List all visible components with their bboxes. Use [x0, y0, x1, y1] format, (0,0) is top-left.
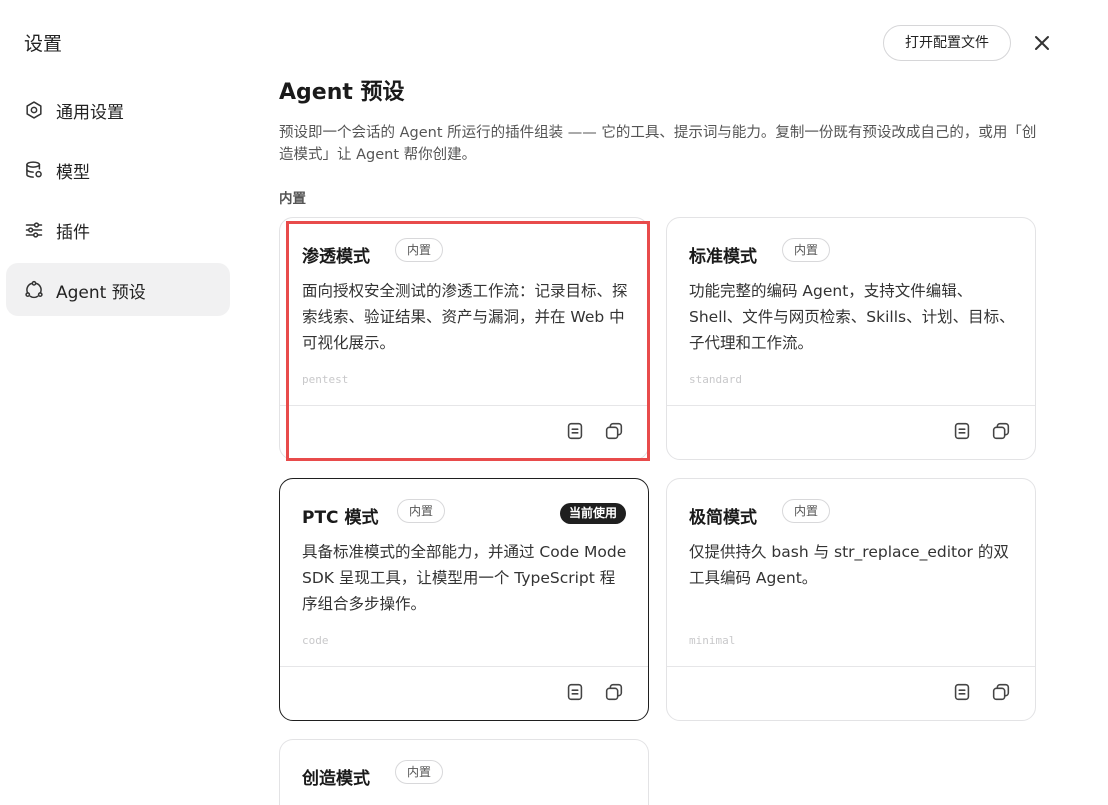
- preset-card-standard[interactable]: 标准模式 内置 功能完整的编码 Agent，支持文件编辑、Shell、文件与网页…: [666, 217, 1036, 460]
- sidebar-item-general[interactable]: 通用设置: [6, 83, 230, 136]
- gear-icon: [26, 101, 42, 119]
- sidebar-item-agent-presets[interactable]: Agent 预设: [6, 263, 230, 316]
- section-label-builtin: 内置: [279, 191, 306, 207]
- settings-title: 设置: [24, 33, 63, 55]
- view-file-icon[interactable]: [951, 420, 973, 442]
- view-file-icon[interactable]: [951, 681, 973, 703]
- card-divider: [667, 405, 1035, 406]
- preset-id: minimal: [689, 634, 736, 647]
- current-use-badge: 当前使用: [559, 503, 626, 524]
- preset-id: pentest: [302, 373, 349, 386]
- page-title: Agent 预设: [279, 80, 405, 105]
- card-divider: [280, 405, 648, 406]
- preset-title: 极简模式: [689, 508, 757, 528]
- builtin-badge: 内置: [782, 238, 831, 262]
- preset-title: 渗透模式: [302, 247, 370, 267]
- builtin-badge: 内置: [395, 760, 444, 784]
- copy-icon[interactable]: [603, 420, 625, 442]
- copy-icon[interactable]: [990, 420, 1012, 442]
- builtin-badge: 内置: [395, 238, 444, 262]
- preset-description: 仅提供持久 bash 与 str_replace_editor 的双工具编码 A…: [689, 543, 1009, 587]
- close-icon[interactable]: [1030, 31, 1054, 55]
- preset-title: 标准模式: [689, 247, 757, 267]
- preset-card-pentest[interactable]: 渗透模式 内置 面向授权安全测试的渗透工作流：记录目标、探索线索、验证结果、资产…: [279, 217, 649, 460]
- preset-title: 创造模式: [302, 769, 370, 789]
- view-file-icon[interactable]: [564, 420, 586, 442]
- agent-icon: [25, 280, 43, 299]
- sidebar-item-label: 插件: [56, 223, 90, 243]
- sidebar: 设置 通用设置 模型 插件 Agent 预设: [0, 0, 240, 805]
- preset-description: 具备标准模式的全部能力，并通过 Code Mode SDK 呈现工具，让模型用一…: [302, 543, 627, 613]
- card-divider: [667, 666, 1035, 667]
- sidebar-item-plugins[interactable]: 插件: [6, 203, 230, 256]
- sidebar-item-label: Agent 预设: [56, 283, 146, 303]
- preset-id: code: [302, 634, 329, 647]
- preset-card-minimal[interactable]: 极简模式 内置 仅提供持久 bash 与 str_replace_editor …: [666, 478, 1036, 721]
- preset-title: PTC 模式: [302, 508, 379, 528]
- preset-description: 功能完整的编码 Agent，支持文件编辑、Shell、文件与网页检索、Skill…: [689, 282, 1015, 352]
- card-divider: [280, 666, 648, 667]
- preset-id: standard: [689, 373, 742, 386]
- open-config-file-button[interactable]: 打开配置文件: [883, 25, 1011, 61]
- sidebar-item-models[interactable]: 模型: [6, 143, 230, 196]
- builtin-badge: 内置: [782, 499, 831, 523]
- preset-card-code[interactable]: PTC 模式 内置 当前使用 具备标准模式的全部能力，并通过 Code Mode…: [279, 478, 649, 721]
- sidebar-item-label: 模型: [56, 163, 90, 183]
- builtin-badge: 内置: [397, 499, 446, 523]
- sliders-icon: [25, 222, 43, 238]
- page-description: 预设即一个会话的 Agent 所运行的插件组装 —— 它的工具、提示词与能力。复…: [279, 125, 1037, 163]
- view-file-icon[interactable]: [564, 681, 586, 703]
- copy-icon[interactable]: [603, 681, 625, 703]
- preset-card-creator[interactable]: 创造模式 内置: [279, 739, 649, 805]
- sidebar-item-label: 通用设置: [56, 103, 124, 123]
- database-icon: [26, 161, 42, 178]
- preset-description: 面向授权安全测试的渗透工作流：记录目标、探索线索、验证结果、资产与漏洞，并在 W…: [302, 282, 628, 352]
- copy-icon[interactable]: [990, 681, 1012, 703]
